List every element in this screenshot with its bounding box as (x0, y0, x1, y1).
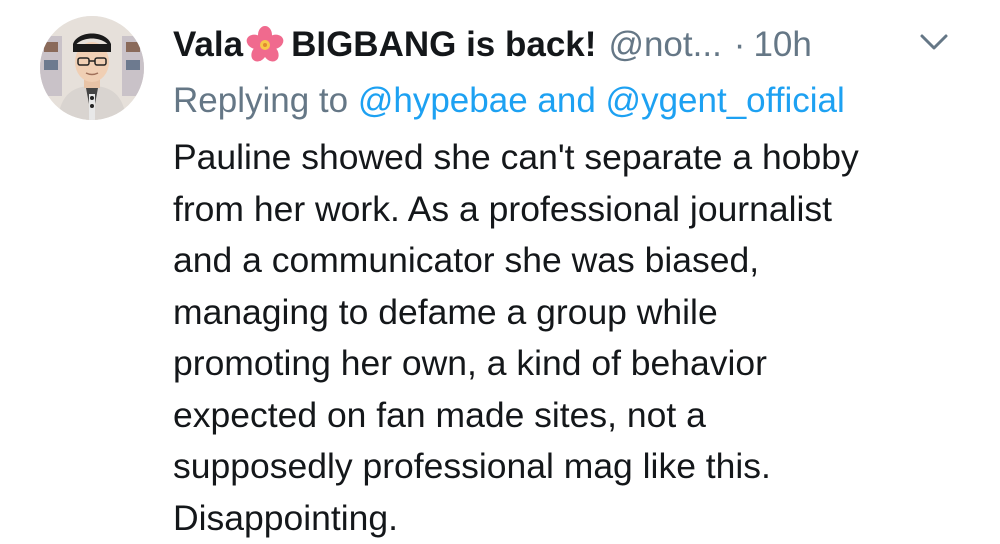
timestamp[interactable]: 10h (753, 20, 811, 70)
separator-dot: · (733, 25, 746, 64)
tweet-text: Pauline showed she can't separate a hobb… (173, 132, 973, 544)
display-name-suffix[interactable]: BIGBANG is back! (291, 20, 596, 70)
chevron-down-icon[interactable] (914, 28, 954, 58)
display-name[interactable]: Vala (173, 20, 243, 70)
mention-conjunction[interactable]: and (537, 81, 595, 120)
tweet-text-line: supposedly professional mag like this. (173, 446, 771, 486)
tweet-text-line: from her work. As a professional journal… (173, 188, 833, 229)
avatar-image (40, 16, 144, 120)
replying-to-label: Replying to (173, 81, 349, 120)
tweet-text-line: promoting her own, a kind of behavior (173, 343, 767, 383)
tweet[interactable]: Vala BIGBANG is back! @not... · 10h Repl… (0, 0, 1000, 544)
tweet-text-line: expected on fan made sites, not a (173, 394, 706, 435)
tweet-header: Vala BIGBANG is back! @not... · 10h (173, 20, 812, 70)
tweet-text-line: managing to defame a group while (173, 291, 718, 332)
mention-link[interactable]: @hypebae (358, 81, 528, 120)
user-handle[interactable]: @not... (608, 20, 721, 70)
mention-link[interactable]: @ygent_official (606, 81, 845, 120)
replying-to: Replying to @hypebae and @ygent_official (173, 76, 845, 126)
avatar[interactable] (40, 16, 144, 120)
cherry-blossom-icon (245, 25, 285, 65)
tweet-text-line: Pauline showed she can't separate a hobb… (173, 137, 859, 177)
tweet-text-line: and a communicator she was biased, (173, 240, 760, 280)
tweet-text-line: Disappointing. (173, 497, 398, 538)
